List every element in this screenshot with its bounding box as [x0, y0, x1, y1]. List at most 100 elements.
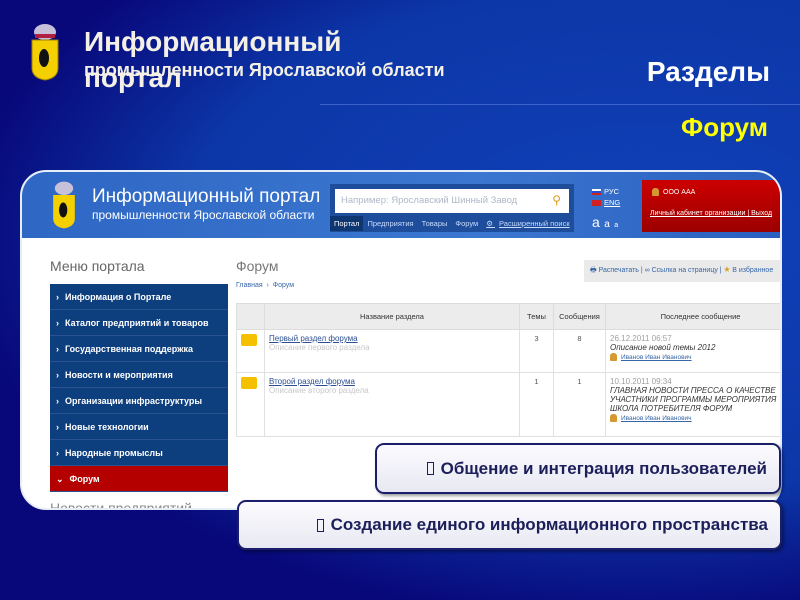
messages-count: 8	[553, 329, 606, 373]
menu-item-info[interactable]: › Информация о Портале	[50, 284, 228, 310]
portal-menu: Меню портала › Информация о Портале › Ката…	[50, 258, 228, 510]
forum-table: Название раздела Темы Сообщения Последнее с…	[236, 303, 780, 437]
chevron-right-icon: ›	[56, 396, 59, 406]
menu-item-forum[interactable]: ⌄ Форум	[50, 466, 228, 492]
section-link[interactable]: Первый раздел форума	[269, 334, 515, 343]
topics-count: 1	[519, 372, 554, 437]
last-cell: 10.10.2011 09:34 ГЛАВНАЯ НОВОСТИ ПРЕССА О…	[605, 372, 780, 437]
folder-icon	[241, 377, 257, 389]
folder-cell	[236, 372, 265, 437]
chevron-down-icon: ⌄	[56, 474, 64, 484]
chevron-right-icon: ›	[56, 422, 59, 432]
search-placeholder: Например: Ярославский Шинный Завод	[341, 195, 518, 206]
portal-title: Информационный портал	[92, 186, 321, 207]
folder-cell	[236, 329, 265, 373]
portal-nav: Портал Предприятия Товары Форум ⚙ Расшир…	[330, 216, 578, 231]
menu-label: Информация о Портале	[65, 292, 172, 302]
chevron-right-icon: ›	[56, 344, 59, 354]
nav-portal[interactable]: Портал	[330, 216, 364, 231]
header-messages: Сообщения	[553, 303, 606, 330]
font-medium[interactable]: a	[604, 219, 610, 230]
account-link[interactable]: Личный кабинет организации	[650, 210, 745, 217]
nav-enterprises[interactable]: Предприятия	[363, 216, 417, 231]
header-name: Название раздела	[264, 303, 520, 330]
menu-item-catalog[interactable]: › Каталог предприятий и товаров	[50, 310, 228, 336]
search-icon[interactable]: ⚲	[552, 193, 561, 207]
bullet-icon	[426, 462, 434, 475]
advanced-search-label: Расширенный поиск	[499, 219, 570, 228]
advanced-search-link[interactable]: ⚙ Расширенный поиск	[482, 216, 577, 231]
table-row: Первый раздел форума Описание первого раз…	[236, 329, 780, 373]
menu-label: Форум	[69, 474, 100, 484]
name-cell: Первый раздел форума Описание первого раз…	[264, 329, 520, 373]
slide-title: Информационный	[84, 26, 342, 57]
portal-subtitle: промышленности Ярославской области	[92, 208, 315, 222]
breadcrumb-forum[interactable]: Форум	[273, 282, 294, 289]
last-topic[interactable]: Описание новой темы 2012	[610, 343, 780, 352]
print-link[interactable]: Распечатать	[599, 267, 639, 274]
lang-en-label: ENG	[604, 198, 621, 207]
user-icon	[652, 188, 659, 196]
language-switch: РУС ENG	[592, 186, 620, 208]
topics-count: 3	[519, 329, 554, 373]
menu-item-crafts[interactable]: › Народные промыслы	[50, 440, 228, 466]
table-row: Второй раздел форума Описание второго раз…	[236, 372, 780, 437]
subsection-title: Форум	[681, 112, 768, 142]
search-area: Например: Ярославский Шинный Завод ⚲ Порт…	[330, 184, 574, 232]
menu-label: Каталог предприятий и товаров	[65, 318, 209, 328]
chevron-right-icon: ›	[56, 318, 59, 328]
portal-logo	[53, 181, 75, 229]
menu-item-support[interactable]: › Государственная поддержка	[50, 336, 228, 362]
font-large[interactable]: a	[592, 214, 600, 230]
lang-en[interactable]: ENG	[592, 197, 620, 208]
search-input[interactable]: Например: Ярославский Шинный Завод ⚲	[335, 189, 569, 213]
logout-link[interactable]: Выход	[751, 210, 772, 217]
name-cell: Второй раздел форума Описание второго раз…	[264, 372, 520, 437]
lang-ru[interactable]: РУС	[592, 186, 620, 197]
section-desc: Описание второго раздела	[269, 386, 369, 395]
coat-of-arms-logo	[31, 24, 59, 81]
last-date: 10.10.2011 09:34	[610, 377, 672, 386]
nav-forum[interactable]: Форум	[451, 216, 482, 231]
section-link[interactable]: Второй раздел форума	[269, 377, 515, 386]
menu-item-technologies[interactable]: › Новые технологии	[50, 414, 228, 440]
header-topics: Темы	[519, 303, 554, 330]
russia-flag-icon	[592, 189, 601, 196]
bullet-icon	[316, 518, 324, 532]
lang-ru-label: РУС	[604, 187, 620, 196]
folder-icon	[241, 334, 257, 346]
font-size-controls: a a a	[592, 214, 618, 232]
breadcrumb-home[interactable]: Главная	[236, 282, 263, 289]
account-name: ООО ААА	[663, 188, 696, 196]
callout-text: Общение и интеграция пользователей	[440, 458, 767, 478]
print-icon: 🖶	[590, 267, 597, 274]
user-icon	[610, 353, 617, 362]
last-topic[interactable]: ГЛАВНАЯ НОВОСТИ ПРЕССА О КАЧЕСТВЕ УЧАСТН…	[610, 386, 780, 413]
link-icon: ∞	[644, 267, 650, 274]
nav-goods[interactable]: Товары	[418, 216, 452, 231]
menu-item-infrastructure[interactable]: › Организации инфраструктуры	[50, 388, 228, 414]
user-link[interactable]: Иванов Иван Иванович	[621, 415, 692, 422]
breadcrumb: Главная › Форум	[236, 282, 295, 289]
table-header: Название раздела Темы Сообщения Последнее с…	[236, 303, 780, 330]
favorite-link[interactable]: В избранное	[732, 267, 773, 274]
user-link[interactable]: Иванов Иван Иванович	[621, 354, 692, 361]
divider	[320, 104, 800, 105]
header-last: Последнее сообщение	[605, 303, 780, 330]
menu-section-news: Новости предприятий	[50, 500, 192, 510]
uk-flag-icon	[592, 200, 601, 207]
section-title: Разделы	[646, 56, 770, 87]
page-link[interactable]: Ссылка на страницу	[652, 267, 718, 274]
font-small[interactable]: a	[614, 222, 618, 229]
forum-content: Форум 🖶 Распечатать | ∞ Ссылка на страни…	[236, 258, 780, 437]
last-date: 26.12.2011 06:57	[610, 334, 672, 343]
chevron-right-icon: ›	[56, 448, 59, 458]
menu-title: Меню портала	[50, 258, 145, 274]
chevron-right-icon: ›	[56, 370, 59, 380]
messages-count: 1	[553, 372, 606, 437]
menu-label: Государственная поддержка	[65, 344, 194, 354]
favorite-icon: ★	[723, 267, 731, 274]
chevron-right-icon: ›	[56, 292, 59, 302]
menu-item-news[interactable]: › Новости и мероприятия	[50, 362, 228, 388]
section-desc: Описание первого раздела	[269, 343, 370, 352]
